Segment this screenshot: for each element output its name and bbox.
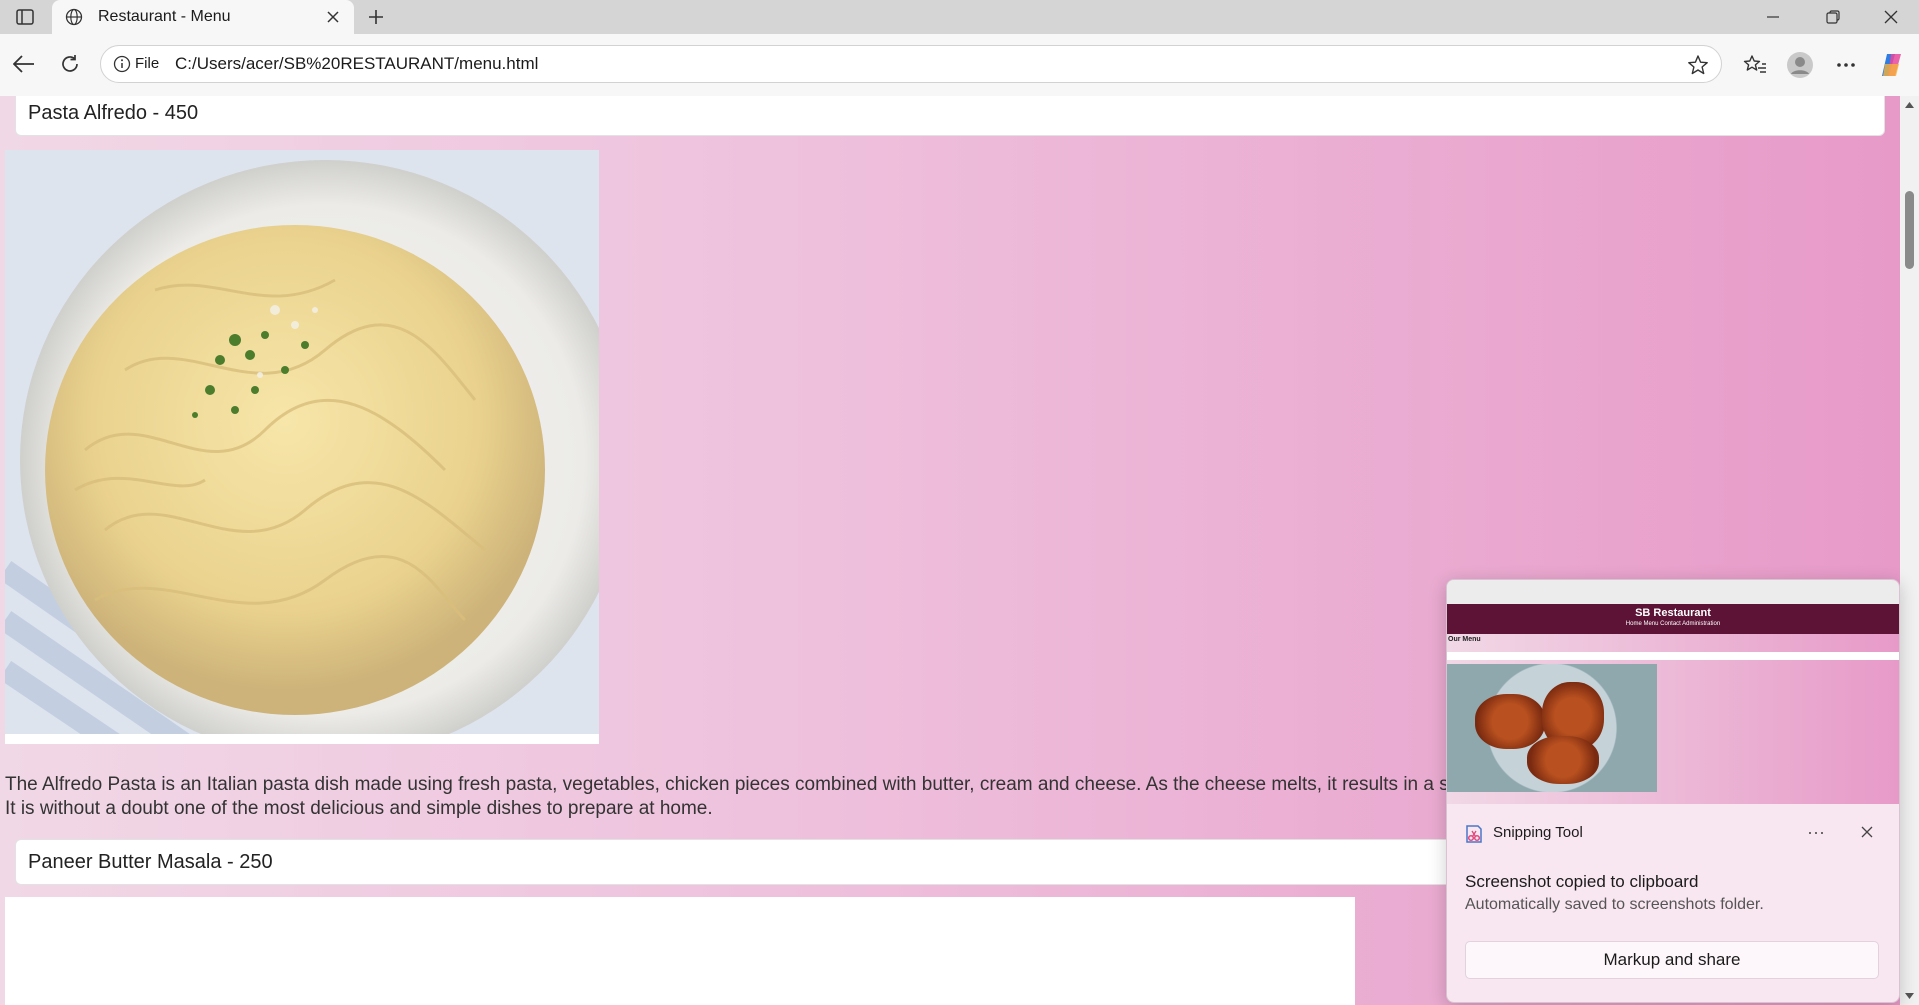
tab-strip: Restaurant - Menu — [0, 0, 1919, 34]
thumbnail-food-image — [1447, 664, 1657, 792]
screenshot-thumbnail[interactable]: SB Restaurant Home Menu Contact Administ… — [1447, 580, 1899, 804]
thumbnail-site-nav: Home Menu Contact Administration — [1625, 621, 1721, 627]
scroll-down-arrow-icon[interactable] — [1904, 992, 1915, 1000]
markup-and-share-button[interactable]: Markup and share — [1465, 941, 1879, 979]
sidebar-toggle-icon — [16, 9, 34, 25]
favorites-list-icon — [1743, 55, 1766, 73]
menu-item-title: Paneer Butter Masala - 250 — [28, 851, 273, 873]
restore-button[interactable] — [1810, 0, 1856, 34]
toast-more-options-button[interactable]: ··· — [1807, 822, 1825, 843]
toast-app-name: Snipping Tool — [1493, 824, 1583, 841]
scrollbar-thumb[interactable] — [1905, 191, 1914, 269]
thumbnail-browser-chrome — [1447, 580, 1899, 605]
tab-restaurant-menu[interactable]: Restaurant - Menu — [52, 0, 354, 34]
toast-header: Snipping Tool ··· — [1447, 816, 1899, 850]
plus-icon — [369, 10, 383, 24]
restore-icon — [1826, 10, 1840, 24]
thumbnail-site-title: SB Restaurant — [1635, 607, 1711, 619]
browser-toolbar: File C:/Users/acer/SB%20RESTAURANT/menu.… — [0, 34, 1919, 96]
close-window-button[interactable] — [1868, 0, 1914, 34]
info-icon[interactable] — [113, 55, 131, 73]
menu-item-title: Pasta Alfredo - 450 — [28, 102, 199, 124]
minimize-icon — [1767, 16, 1779, 18]
reload-button[interactable] — [54, 48, 86, 80]
globe-icon — [64, 7, 84, 27]
thumbnail-card — [1447, 652, 1899, 660]
close-icon — [1861, 826, 1873, 838]
settings-more-button[interactable] — [1831, 50, 1861, 80]
toast-close-button[interactable] — [1857, 822, 1877, 842]
thumbnail-heading: Our Menu — [1448, 636, 1481, 643]
scroll-up-arrow-icon[interactable] — [1904, 101, 1915, 109]
minimize-button[interactable] — [1750, 0, 1796, 34]
thumbnail-site-header: SB Restaurant Home Menu Contact Administ… — [1447, 604, 1899, 634]
copilot-button[interactable] — [1877, 50, 1907, 80]
pasta-alfredo-image — [5, 150, 599, 744]
toast-message: Screenshot copied to clipboard — [1465, 872, 1699, 891]
avatar-icon — [1787, 52, 1813, 78]
snipping-tool-notification[interactable]: SB Restaurant Home Menu Contact Administ… — [1446, 579, 1900, 1003]
close-icon — [1884, 10, 1898, 24]
tab-close-icon[interactable] — [322, 6, 344, 28]
profile-button[interactable] — [1785, 50, 1815, 80]
back-button[interactable] — [8, 48, 40, 80]
tab-title: Restaurant - Menu — [98, 8, 231, 25]
more-dots-icon — [1837, 63, 1855, 67]
menu-item-card: Pasta Alfredo - 450 — [15, 96, 1885, 136]
paneer-butter-masala-image — [5, 897, 1355, 1005]
new-tab-button[interactable] — [362, 5, 390, 29]
toast-submessage: Automatically saved to screenshots folde… — [1465, 896, 1764, 913]
snipping-tool-logo-icon — [1466, 825, 1482, 843]
url-text[interactable]: C:/Users/acer/SB%20RESTAURANT/menu.html — [175, 54, 538, 74]
file-scheme-label: File — [135, 55, 160, 72]
back-arrow-icon — [13, 55, 34, 73]
tab-actions-menu-button[interactable] — [10, 5, 40, 29]
favorite-star-icon[interactable] — [1685, 52, 1711, 78]
copilot-icon — [1882, 54, 1901, 76]
reload-icon — [62, 55, 78, 72]
address-bar[interactable]: File C:/Users/acer/SB%20RESTAURANT/menu.… — [100, 45, 1722, 83]
favorites-button[interactable] — [1740, 50, 1770, 80]
page-scrollbar[interactable] — [1900, 96, 1919, 1005]
